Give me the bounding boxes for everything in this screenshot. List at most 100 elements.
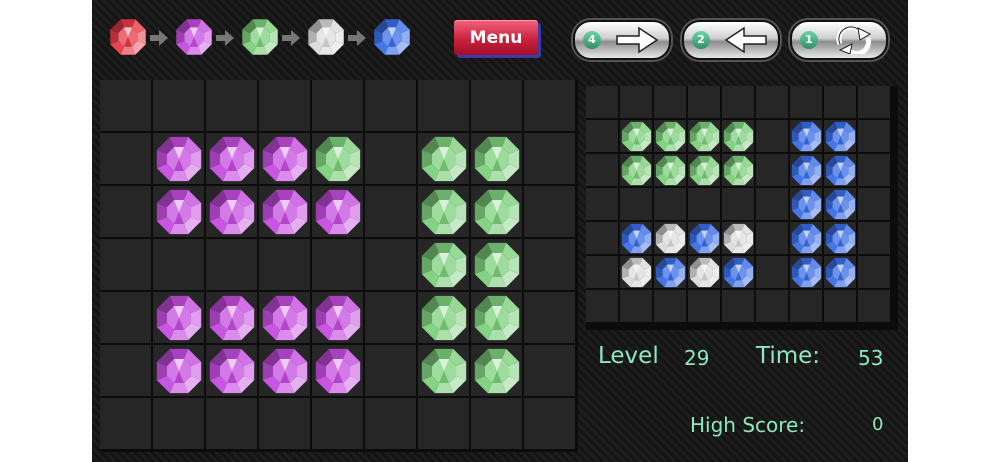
gem-purple-icon[interactable] <box>154 346 204 400</box>
board-cell[interactable] <box>471 292 522 343</box>
tool-button-rotate[interactable]: 1 <box>790 20 888 60</box>
gem-green-icon[interactable] <box>472 240 522 294</box>
gem-purple-icon[interactable] <box>313 293 363 347</box>
gem-green-icon[interactable] <box>419 293 469 347</box>
board-cell[interactable] <box>365 239 416 290</box>
board-cell[interactable] <box>206 239 257 290</box>
board-cell[interactable] <box>259 398 310 449</box>
board-cell[interactable] <box>153 186 204 237</box>
board-cell[interactable] <box>418 345 469 396</box>
board-cell[interactable] <box>206 133 257 184</box>
board-cell[interactable] <box>471 239 522 290</box>
gem-green-icon[interactable] <box>472 346 522 400</box>
board-cell[interactable] <box>100 133 151 184</box>
board-cell[interactable] <box>365 292 416 343</box>
gem-purple-icon[interactable] <box>260 134 310 188</box>
board-cell[interactable] <box>418 80 469 131</box>
board-cell[interactable] <box>418 292 469 343</box>
board-cell[interactable] <box>471 345 522 396</box>
board-cell[interactable] <box>312 186 363 237</box>
board-cell[interactable] <box>153 292 204 343</box>
board-cell[interactable] <box>418 133 469 184</box>
board-cell[interactable] <box>312 398 363 449</box>
board-cell <box>858 188 890 220</box>
board-cell[interactable] <box>471 80 522 131</box>
gem-green-icon[interactable] <box>419 240 469 294</box>
gem-green-icon[interactable] <box>472 293 522 347</box>
board-cell[interactable] <box>259 186 310 237</box>
gem-purple-icon[interactable] <box>207 187 257 241</box>
board-cell[interactable] <box>312 292 363 343</box>
board-cell[interactable] <box>524 292 575 343</box>
board-cell[interactable] <box>206 80 257 131</box>
board-cell[interactable] <box>312 345 363 396</box>
board-cell[interactable] <box>524 186 575 237</box>
board-cell[interactable] <box>312 239 363 290</box>
gem-green-icon[interactable] <box>472 134 522 188</box>
board-cell[interactable] <box>365 80 416 131</box>
board-cell[interactable] <box>206 398 257 449</box>
board-cell[interactable] <box>153 398 204 449</box>
board-cell[interactable] <box>365 133 416 184</box>
board-cell[interactable] <box>206 345 257 396</box>
board-cell[interactable] <box>418 239 469 290</box>
board-cell[interactable] <box>153 239 204 290</box>
board-cell[interactable] <box>471 133 522 184</box>
board-cell[interactable] <box>365 345 416 396</box>
board-cell[interactable] <box>100 398 151 449</box>
board-cell[interactable] <box>524 133 575 184</box>
board-cell[interactable] <box>524 80 575 131</box>
gem-purple-icon[interactable] <box>260 187 310 241</box>
board-cell[interactable] <box>153 345 204 396</box>
gem-purple-icon[interactable] <box>207 293 257 347</box>
gem-green-icon[interactable] <box>472 187 522 241</box>
board-cell[interactable] <box>100 239 151 290</box>
gem-green-icon[interactable] <box>419 346 469 400</box>
gem-purple-icon[interactable] <box>154 134 204 188</box>
gem-purple-icon[interactable] <box>154 187 204 241</box>
board-cell[interactable] <box>206 186 257 237</box>
gem-purple-icon[interactable] <box>207 134 257 188</box>
menu-button[interactable]: Menu <box>454 20 538 55</box>
gem-green-icon[interactable] <box>313 134 363 188</box>
board-cell[interactable] <box>259 80 310 131</box>
board-cell[interactable] <box>471 186 522 237</box>
board-cell[interactable] <box>365 398 416 449</box>
tool-button-arrow-left[interactable]: 2 <box>682 20 780 60</box>
board-cell <box>620 188 652 220</box>
board-cell[interactable] <box>524 345 575 396</box>
tool-count-badge: 2 <box>692 31 710 49</box>
main-board[interactable] <box>100 80 578 452</box>
board-cell[interactable] <box>471 398 522 449</box>
board-cell[interactable] <box>418 398 469 449</box>
board-cell <box>620 290 652 322</box>
board-cell[interactable] <box>312 133 363 184</box>
board-cell[interactable] <box>206 292 257 343</box>
gem-purple-icon[interactable] <box>154 293 204 347</box>
gem-purple-icon[interactable] <box>260 293 310 347</box>
board-cell[interactable] <box>100 345 151 396</box>
board-cell[interactable] <box>524 398 575 449</box>
board-cell[interactable] <box>259 133 310 184</box>
board-cell[interactable] <box>259 292 310 343</box>
arrow-right-icon <box>149 28 169 48</box>
tool-button-arrow-right[interactable]: 4 <box>573 20 671 60</box>
board-cell[interactable] <box>259 345 310 396</box>
gem-green-icon[interactable] <box>419 134 469 188</box>
gem-purple-icon[interactable] <box>260 346 310 400</box>
board-cell[interactable] <box>259 239 310 290</box>
gem-purple-icon[interactable] <box>313 187 363 241</box>
board-cell[interactable] <box>524 239 575 290</box>
gem-purple-icon[interactable] <box>313 346 363 400</box>
board-cell[interactable] <box>312 80 363 131</box>
board-cell <box>858 154 890 186</box>
board-cell[interactable] <box>153 80 204 131</box>
board-cell[interactable] <box>418 186 469 237</box>
board-cell[interactable] <box>100 80 151 131</box>
board-cell[interactable] <box>100 292 151 343</box>
board-cell[interactable] <box>365 186 416 237</box>
gem-purple-icon[interactable] <box>207 346 257 400</box>
board-cell[interactable] <box>100 186 151 237</box>
board-cell[interactable] <box>153 133 204 184</box>
gem-green-icon[interactable] <box>419 187 469 241</box>
